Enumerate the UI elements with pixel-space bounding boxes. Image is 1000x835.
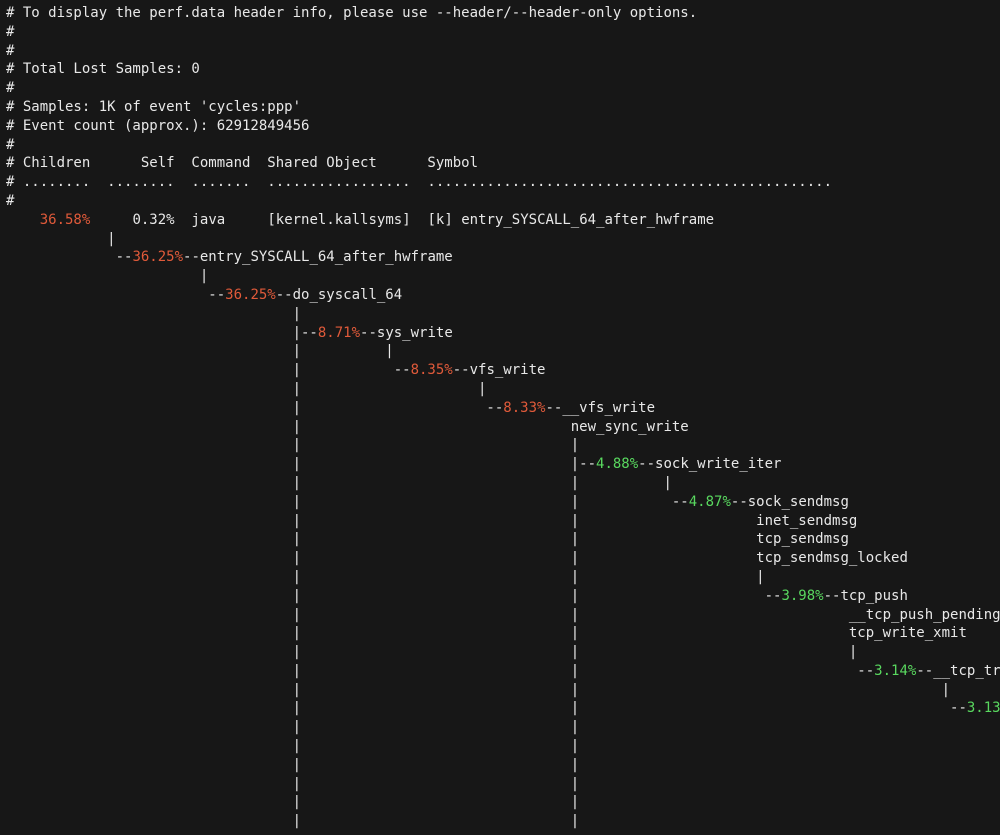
- perf-report-output: # To display the perf.data header info, …: [0, 0, 1000, 835]
- pct-n8: 3.98%: [781, 588, 823, 604]
- sym-n3: sys_write: [377, 325, 453, 341]
- pct-n4: 8.35%: [411, 362, 453, 378]
- pct-n1: 36.25%: [132, 249, 183, 265]
- sym-n7d: tcp_sendmsg_locked: [756, 550, 908, 566]
- sym-n6: sock_write_iter: [655, 456, 781, 472]
- columns-sep: # ........ ........ ....... ............…: [6, 174, 832, 190]
- header-total-lost: # Total Lost Samples: 0: [6, 61, 200, 77]
- sym-n5b: new_sync_write: [571, 419, 689, 435]
- header-samples: # Samples: 1K of event 'cycles:ppp': [6, 99, 301, 115]
- pct-n2: 36.25%: [225, 287, 276, 303]
- sym-n5: __vfs_write: [562, 400, 655, 416]
- pct-n9: 3.14%: [874, 663, 916, 679]
- top-self-pct: 0.32%: [132, 212, 174, 228]
- sym-n8b: __tcp_push_pending_frames: [849, 607, 1000, 623]
- sym-n2: do_syscall_64: [293, 287, 403, 303]
- sym-n7b: inet_sendmsg: [756, 513, 857, 529]
- top-symbol: [k] entry_SYSCALL_64_after_hwframe: [428, 212, 715, 228]
- sym-n8c: tcp_write_xmit: [849, 625, 967, 641]
- sym-n7c: tcp_sendmsg: [756, 531, 849, 547]
- pct-n3: 8.71%: [318, 325, 360, 341]
- top-command: java: [191, 212, 225, 228]
- sym-n9: __tcp_transmit_: [933, 663, 1000, 679]
- sym-n4: vfs_write: [470, 362, 546, 378]
- pct-n7: 4.87%: [689, 494, 731, 510]
- pct-n6: 4.88%: [596, 456, 638, 472]
- sym-n8: tcp_push: [840, 588, 907, 604]
- pct-n5: 8.33%: [503, 400, 545, 416]
- header-info-hint: # To display the perf.data header info, …: [6, 5, 697, 21]
- pct-n10: 3.13%: [967, 700, 1000, 716]
- header-event-count: # Event count (approx.): 62912849456: [6, 118, 309, 134]
- top-children-pct: 36.58%: [40, 212, 91, 228]
- top-object: [kernel.kallsyms]: [267, 212, 410, 228]
- columns-header: # Children Self Command Shared Object Sy…: [6, 155, 478, 171]
- sym-n7: sock_sendmsg: [748, 494, 849, 510]
- sym-n1: entry_SYSCALL_64_after_hwframe: [200, 249, 453, 265]
